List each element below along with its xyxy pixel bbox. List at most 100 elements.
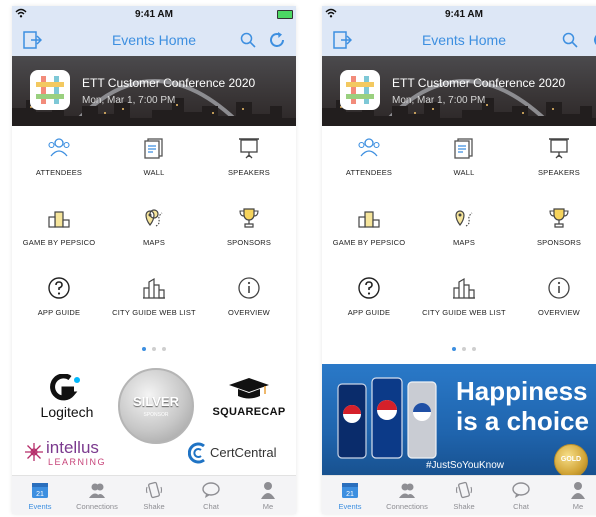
gold-sponsor-badge: GOLD	[554, 444, 588, 478]
tile-label: MAPS	[452, 238, 476, 247]
tab-shake[interactable]: Shake	[436, 479, 492, 513]
tab-me[interactable]: Me	[240, 479, 296, 513]
people-icon	[399, 483, 415, 498]
squarecap-logo[interactable]: SQUARECAP	[210, 376, 288, 428]
silver-sponsor-badge: SILVER SPONSOR	[118, 368, 194, 444]
map-pin-icon	[455, 210, 473, 227]
tab-label: Me	[262, 502, 274, 511]
tile-label: APP GUIDE	[347, 308, 391, 317]
tab-connections[interactable]: Connections	[69, 479, 125, 513]
tile-label: WALL	[453, 168, 475, 177]
certcentral-wordmark: CertCentral	[210, 445, 277, 460]
trophy-icon	[239, 208, 259, 228]
event-date: Mon, Mar 1, 7:00 PM	[392, 95, 486, 106]
info-icon	[548, 277, 570, 299]
city-buildings-icon	[143, 277, 165, 299]
chat-bubble-icon	[202, 482, 220, 498]
refresh-icon[interactable]	[268, 31, 286, 49]
status-bar: 9:41 AM	[322, 6, 596, 24]
refresh-icon[interactable]	[592, 31, 596, 49]
tile-city-guide[interactable]: CITY GUIDE WEB LIST	[107, 272, 201, 332]
page-dot[interactable]	[472, 347, 476, 351]
page-dot[interactable]	[152, 347, 156, 351]
tab-chat[interactable]: Chat	[183, 479, 239, 513]
tile-app-guide[interactable]: APP GUIDE	[12, 272, 106, 332]
tile-maps[interactable]: MAPS	[107, 202, 201, 262]
event-banner[interactable]: ETT Customer Conference 2020 Mon, Mar 1,…	[322, 56, 596, 126]
shake-phone-icon	[145, 481, 163, 499]
intellus-snowflake-icon	[25, 443, 43, 461]
hashtag-logo-icon	[36, 76, 64, 104]
page-indicator	[322, 347, 596, 353]
tab-label: Shake	[453, 502, 475, 511]
event-title: ETT Customer Conference 2020	[392, 76, 566, 90]
squarecap-wordmark: SQUARECAP	[212, 406, 286, 418]
status-time: 9:41 AM	[445, 9, 483, 20]
tab-events[interactable]: 21 Events	[12, 479, 68, 513]
tile-game[interactable]: GAME BY PEPSICO	[12, 202, 106, 262]
tile-wall[interactable]: WALL	[417, 132, 511, 192]
tile-label: SPEAKERS	[227, 168, 271, 177]
attendees-icon	[48, 138, 70, 157]
conference-app-logo	[30, 70, 70, 110]
tab-chat[interactable]: Chat	[493, 479, 549, 513]
page-dot[interactable]	[162, 347, 166, 351]
tile-attendees[interactable]: ATTENDEES	[322, 132, 416, 192]
shake-phone-icon	[455, 481, 473, 499]
tile-label: ATTENDEES	[345, 168, 393, 177]
sponsor-logos: Logitech SILVER SPONSOR SQUARECAP intell…	[12, 364, 296, 480]
tab-bar: 21 Events Connections Shake Chat Me	[322, 475, 596, 514]
tab-label: Connections	[386, 502, 428, 511]
tile-overview[interactable]: OVERVIEW	[202, 272, 296, 332]
logitech-g-icon	[50, 374, 80, 401]
nav-bar: Events Home	[12, 24, 296, 56]
tile-label: GAME BY PEPSICO	[22, 238, 96, 247]
ad-hashtag: #JustSoYouKnow	[426, 460, 505, 471]
event-banner[interactable]: ETT Customer Conference 2020 Mon, Mar 1,…	[12, 56, 296, 126]
tile-speakers[interactable]: SPEAKERS	[512, 132, 596, 192]
tile-speakers[interactable]: SPEAKERS	[202, 132, 296, 192]
gold-label: GOLD	[560, 456, 582, 463]
wall-icon	[144, 138, 163, 159]
tile-wall[interactable]: WALL	[107, 132, 201, 192]
tab-connections[interactable]: Connections	[379, 479, 435, 513]
tile-app-guide[interactable]: APP GUIDE	[322, 272, 416, 332]
graduation-cap-icon	[229, 378, 269, 399]
ad-headline-line-2: is a choice	[456, 406, 589, 436]
search-icon[interactable]	[240, 32, 256, 48]
calendar-day: 21	[346, 491, 354, 498]
page-dot[interactable]	[462, 347, 466, 351]
event-title: ETT Customer Conference 2020	[82, 76, 256, 90]
certcentral-logo[interactable]: CertCentral	[188, 442, 292, 468]
intellus-wordmark: intellus	[46, 438, 99, 457]
tile-overview[interactable]: OVERVIEW	[512, 272, 596, 332]
status-bar: 9:41 AM	[12, 6, 296, 24]
feature-grid: ATTENDEES WALL SPEAKERS GAME BY PEPSICO …	[322, 132, 596, 342]
tile-attendees[interactable]: ATTENDEES	[12, 132, 106, 192]
tab-events[interactable]: 21 Events	[322, 479, 378, 513]
tile-city-guide[interactable]: CITY GUIDE WEB LIST	[417, 272, 511, 332]
page-dot[interactable]	[142, 347, 146, 351]
silver-label: SILVER	[133, 394, 179, 409]
tile-maps[interactable]: MAPS	[417, 202, 511, 262]
chat-bubble-icon	[512, 482, 530, 498]
tile-sponsors[interactable]: SPONSORS	[512, 202, 596, 262]
page-dot[interactable]	[452, 347, 456, 351]
event-date: Mon, Mar 1, 7:00 PM	[82, 95, 176, 106]
tile-game[interactable]: GAME BY PEPSICO	[322, 202, 416, 262]
intellus-logo[interactable]: intellus LEARNING	[24, 436, 124, 472]
tab-me[interactable]: Me	[550, 479, 596, 513]
logitech-logo[interactable]: Logitech	[34, 374, 100, 426]
pepsi-ad-banner[interactable]: Happiness is a choice #JustSoYouKnow GOL…	[322, 364, 596, 480]
person-icon	[571, 482, 585, 499]
attendees-icon	[358, 138, 380, 157]
tab-shake[interactable]: Shake	[126, 479, 182, 513]
sponsor-sublabel: SPONSOR	[143, 412, 169, 418]
tile-label: APP GUIDE	[37, 308, 81, 317]
tab-label: Chat	[203, 502, 219, 511]
city-buildings-icon	[453, 277, 475, 299]
wall-icon	[454, 138, 473, 159]
tile-sponsors[interactable]: SPONSORS	[202, 202, 296, 262]
tab-label: Events	[338, 502, 362, 511]
search-icon[interactable]	[562, 32, 578, 48]
